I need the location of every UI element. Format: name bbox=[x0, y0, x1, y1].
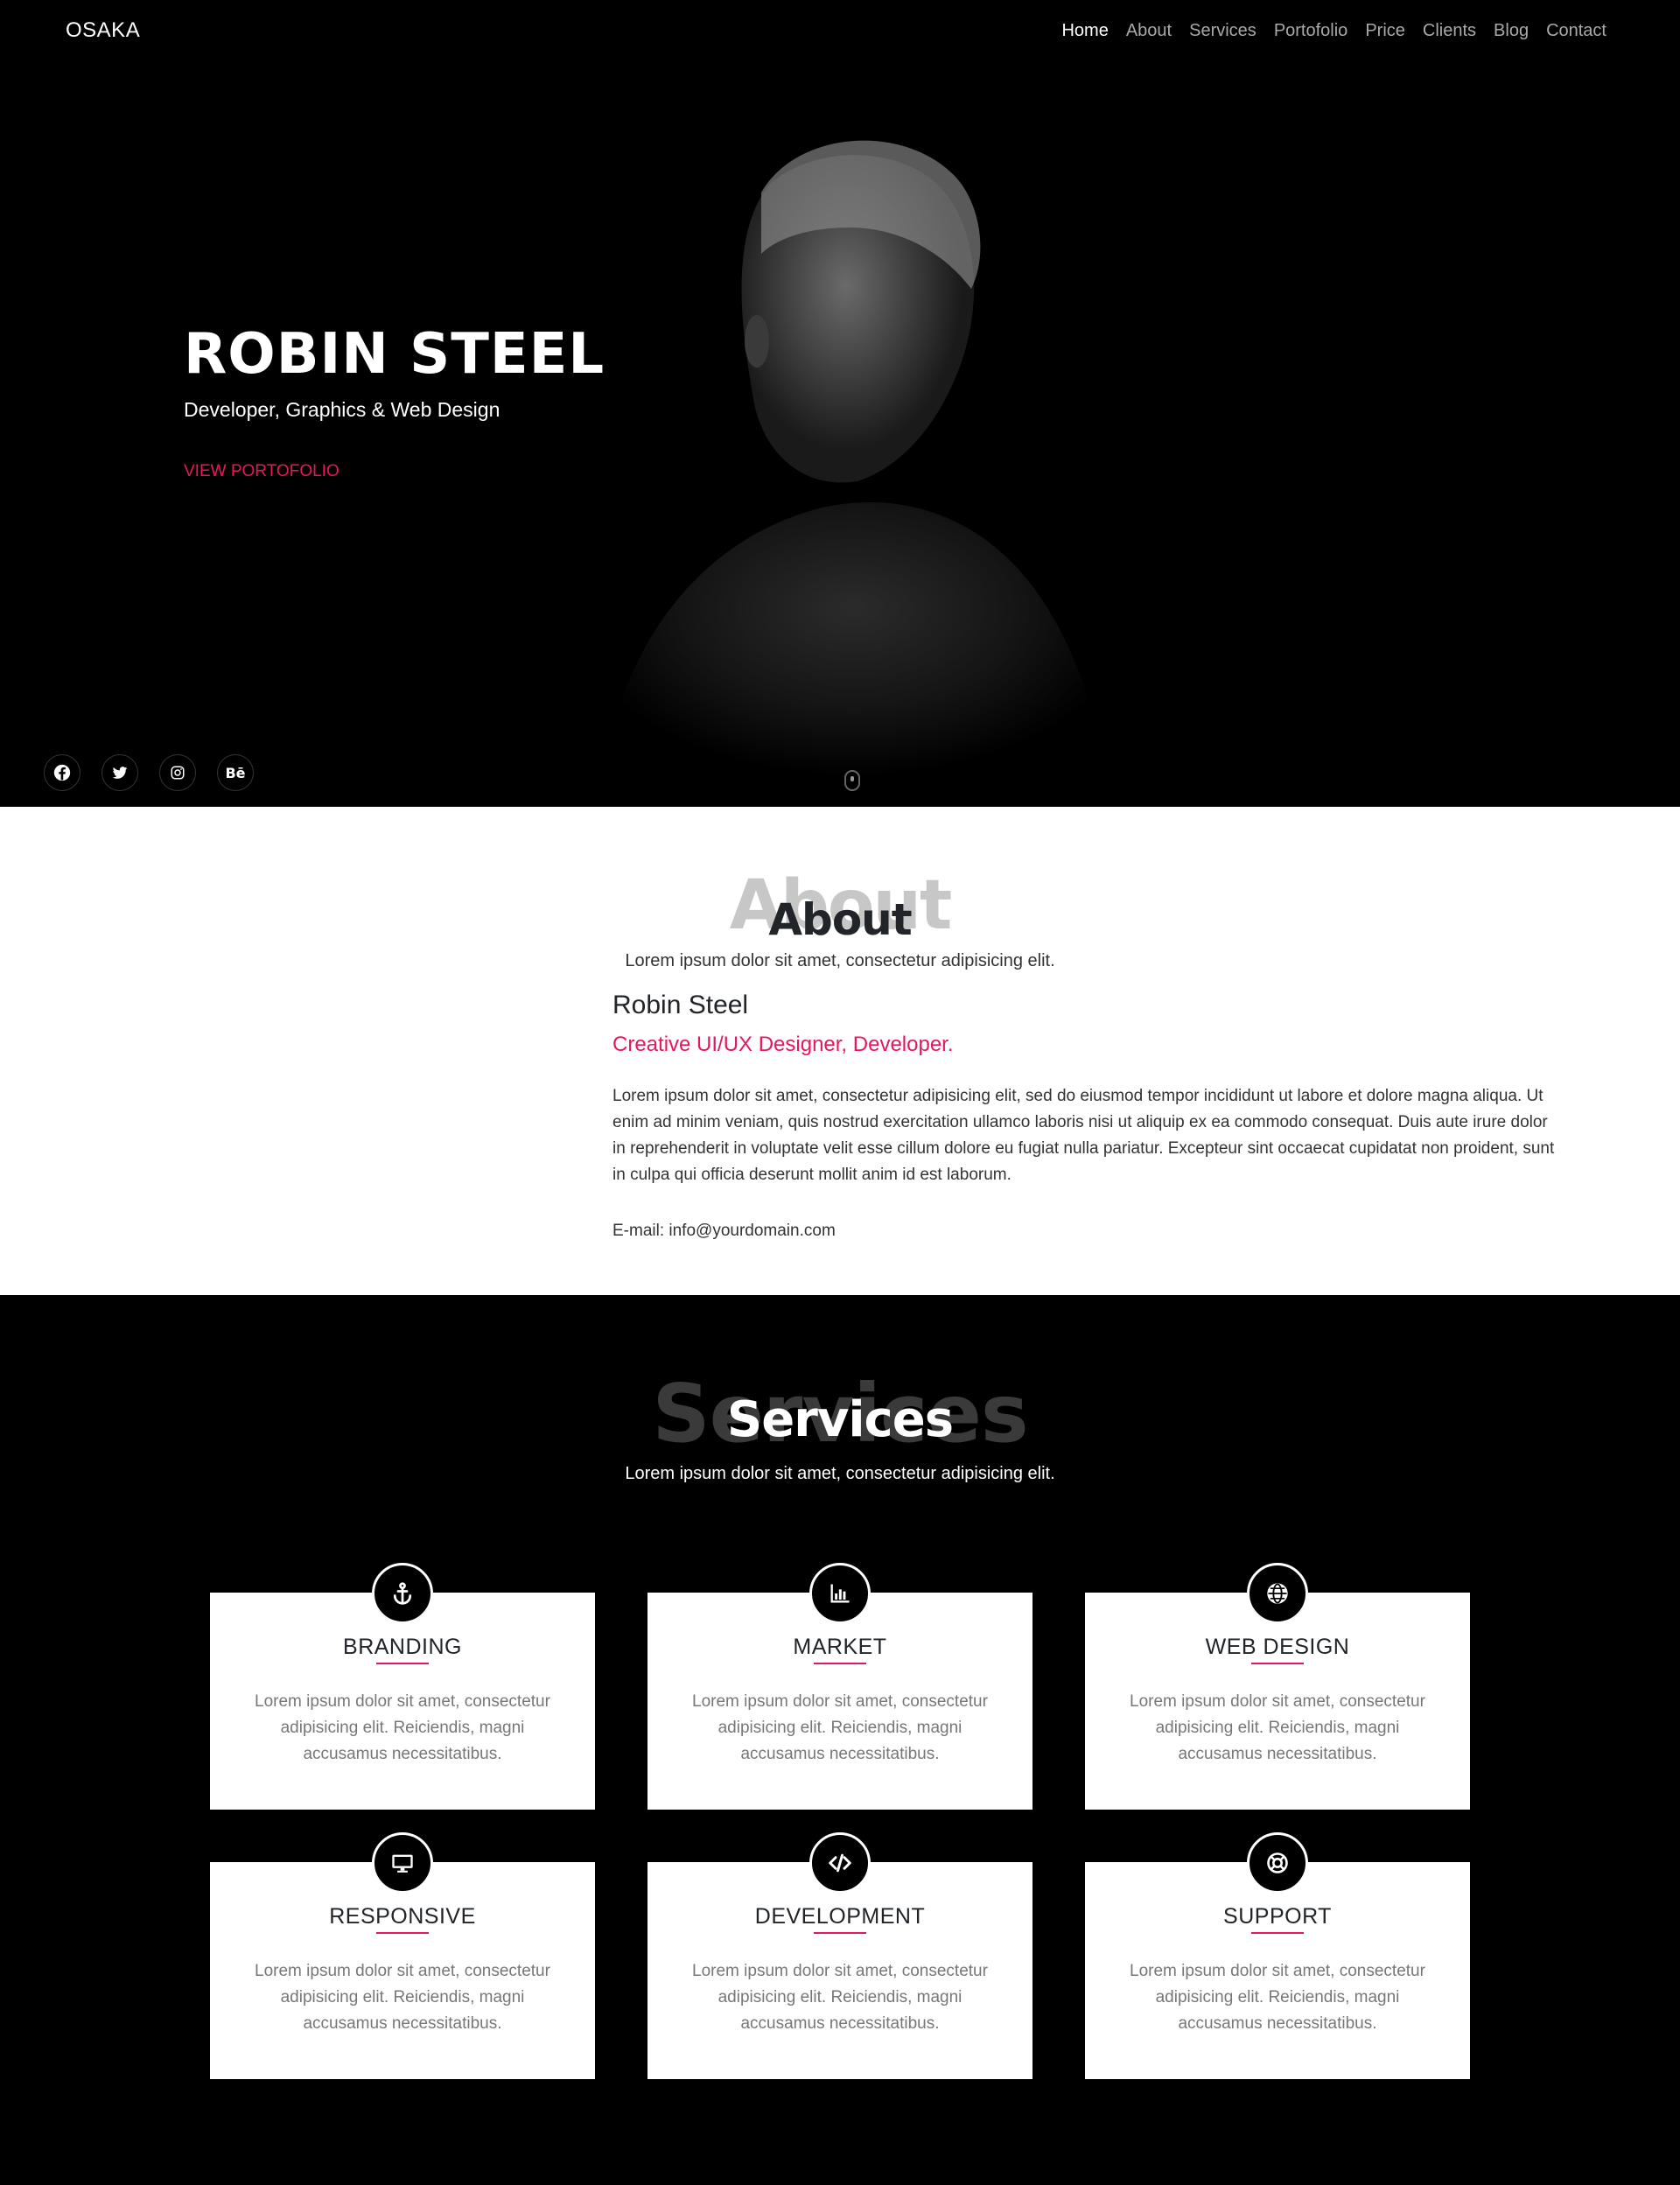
service-title: RESPONSIVE bbox=[329, 1904, 476, 1929]
about-heading: About bbox=[768, 894, 912, 945]
title-underline bbox=[814, 1663, 866, 1664]
service-title: WEB DESIGN bbox=[1205, 1635, 1350, 1659]
services-grid: BRANDING Lorem ipsum dolor sit amet, con… bbox=[210, 1563, 1470, 2079]
nav-link-about[interactable]: About bbox=[1126, 21, 1172, 41]
hero-title: ROBIN STEEL bbox=[184, 322, 606, 387]
twitter-icon[interactable] bbox=[102, 754, 138, 791]
about-name: Robin Steel bbox=[612, 991, 749, 1019]
service-card-responsive[interactable]: RESPONSIVE Lorem ipsum dolor sit amet, c… bbox=[210, 1832, 595, 2079]
nav-link-portofolio[interactable]: Portofolio bbox=[1274, 21, 1348, 41]
behance-icon[interactable]: Bē bbox=[217, 754, 254, 791]
service-card-market[interactable]: MARKET Lorem ipsum dolor sit amet, conse… bbox=[648, 1563, 1032, 1810]
scroll-down-icon[interactable] bbox=[844, 770, 860, 791]
title-underline bbox=[376, 1932, 429, 1934]
service-text: Lorem ipsum dolor sit amet, consectetur … bbox=[692, 1692, 988, 1763]
service-card-support[interactable]: SUPPORT Lorem ipsum dolor sit amet, cons… bbox=[1085, 1832, 1470, 2079]
hero-section: ROBIN STEEL Developer, Graphics & Web De… bbox=[0, 0, 1680, 807]
nav-link-clients[interactable]: Clients bbox=[1423, 21, 1476, 41]
code-icon bbox=[809, 1832, 871, 1894]
view-portfolio-link[interactable]: VIEW PORTOFOLIO bbox=[184, 462, 340, 481]
social-links: Bē bbox=[44, 754, 254, 791]
lifebuoy-icon bbox=[1247, 1832, 1308, 1894]
hero-portrait-image bbox=[595, 140, 1111, 807]
service-title: BRANDING bbox=[343, 1635, 462, 1659]
nav-link-price[interactable]: Price bbox=[1365, 21, 1405, 41]
title-underline bbox=[376, 1663, 429, 1664]
globe-icon bbox=[1247, 1563, 1308, 1624]
about-text: Lorem ipsum dolor sit amet, consectetur … bbox=[612, 1087, 1555, 1184]
about-email[interactable]: E-mail: info@yourdomain.com bbox=[612, 1222, 1558, 1241]
nav-link-blog[interactable]: Blog bbox=[1494, 21, 1529, 41]
service-text: Lorem ipsum dolor sit amet, consectetur … bbox=[692, 1962, 988, 2033]
about-body: Robin Steel Creative UI/UX Designer, Dev… bbox=[612, 991, 1558, 1241]
title-underline bbox=[1251, 1932, 1304, 1934]
service-title: SUPPORT bbox=[1223, 1904, 1332, 1929]
top-navbar: OSAKA Home About Services Portofolio Pri… bbox=[0, 0, 1680, 63]
service-title: DEVELOPMENT bbox=[754, 1904, 926, 1929]
monitor-icon bbox=[372, 1832, 433, 1894]
services-heading: Services bbox=[726, 1391, 954, 1448]
service-card-development[interactable]: DEVELOPMENT Lorem ipsum dolor sit amet, … bbox=[648, 1832, 1032, 2079]
service-text: Lorem ipsum dolor sit amet, consectetur … bbox=[255, 1962, 550, 2033]
service-title: MARKET bbox=[793, 1635, 887, 1659]
nav-link-contact[interactable]: Contact bbox=[1546, 21, 1606, 41]
nav-link-services[interactable]: Services bbox=[1189, 21, 1256, 41]
service-text: Lorem ipsum dolor sit amet, consectetur … bbox=[255, 1692, 550, 1763]
instagram-icon[interactable] bbox=[159, 754, 196, 791]
service-card-web-design[interactable]: WEB DESIGN Lorem ipsum dolor sit amet, c… bbox=[1085, 1563, 1470, 1810]
bar-chart-icon bbox=[809, 1563, 871, 1624]
title-underline bbox=[1251, 1663, 1304, 1664]
anchor-icon bbox=[372, 1563, 433, 1624]
hero-subtitle: Developer, Graphics & Web Design bbox=[184, 398, 500, 421]
service-text: Lorem ipsum dolor sit amet, consectetur … bbox=[1130, 1962, 1425, 2033]
about-role: Creative UI/UX Designer, Developer. bbox=[612, 1033, 954, 1056]
nav-menu: Home About Services Portofolio Price Cli… bbox=[1061, 21, 1606, 41]
brand-logo[interactable]: OSAKA bbox=[66, 18, 140, 43]
nav-link-home[interactable]: Home bbox=[1061, 21, 1108, 41]
facebook-icon[interactable] bbox=[44, 754, 80, 791]
services-section: Services Services Lorem ipsum dolor sit … bbox=[0, 1295, 1680, 2185]
service-card-branding[interactable]: BRANDING Lorem ipsum dolor sit amet, con… bbox=[210, 1563, 595, 1810]
services-lead: Lorem ipsum dolor sit amet, consectetur … bbox=[625, 1464, 1055, 1483]
service-text: Lorem ipsum dolor sit amet, consectetur … bbox=[1130, 1692, 1425, 1763]
title-underline bbox=[814, 1932, 866, 1934]
about-section: About About Lorem ipsum dolor sit amet, … bbox=[0, 807, 1680, 1295]
about-lead: Lorem ipsum dolor sit amet, consectetur … bbox=[625, 951, 1055, 970]
